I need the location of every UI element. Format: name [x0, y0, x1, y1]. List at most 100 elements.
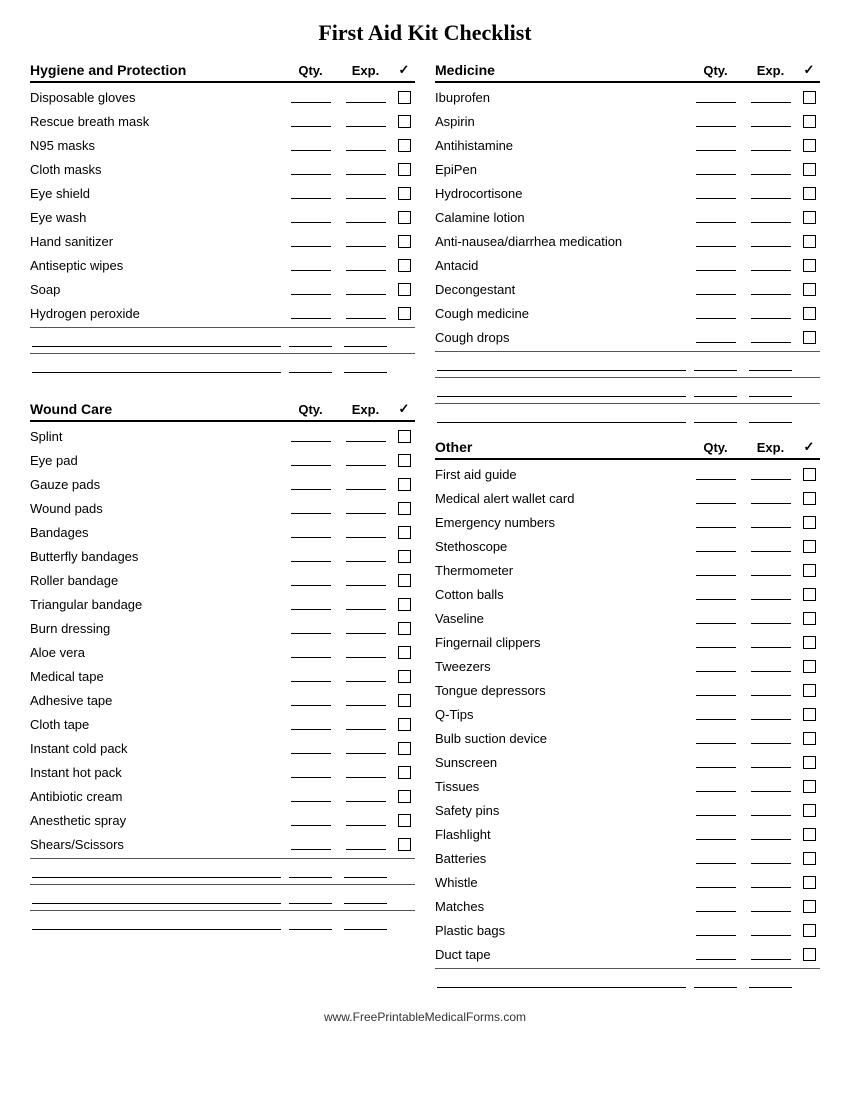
medicine-section-header: Medicine Qty. Exp. ✓	[435, 62, 820, 83]
checkbox[interactable]	[398, 694, 411, 707]
exp-cell	[743, 706, 798, 722]
list-item: Ibuprofen	[435, 85, 820, 109]
wound-exp-header: Exp.	[338, 402, 393, 417]
checkbox[interactable]	[803, 564, 816, 577]
checkbox[interactable]	[803, 636, 816, 649]
exp-cell	[338, 668, 393, 684]
qty-cell	[688, 706, 743, 722]
checkbox[interactable]	[803, 900, 816, 913]
checkbox[interactable]	[398, 259, 411, 272]
checkbox[interactable]	[398, 526, 411, 539]
hygiene-qty-header: Qty.	[283, 63, 338, 78]
checkbox[interactable]	[803, 612, 816, 625]
checkbox[interactable]	[398, 622, 411, 635]
checkbox[interactable]	[803, 852, 816, 865]
checkbox[interactable]	[398, 235, 411, 248]
qty-cell	[688, 754, 743, 770]
checkbox[interactable]	[398, 646, 411, 659]
check-cell	[798, 564, 820, 577]
checkbox[interactable]	[803, 115, 816, 128]
checkbox[interactable]	[398, 502, 411, 515]
checkbox[interactable]	[398, 211, 411, 224]
checkbox[interactable]	[803, 235, 816, 248]
checkbox[interactable]	[398, 766, 411, 779]
checkbox[interactable]	[803, 948, 816, 961]
checkbox[interactable]	[803, 732, 816, 745]
checkbox[interactable]	[398, 139, 411, 152]
checkbox[interactable]	[398, 718, 411, 731]
checkbox[interactable]	[803, 828, 816, 841]
checkbox[interactable]	[398, 283, 411, 296]
checkbox[interactable]	[803, 91, 816, 104]
checkbox[interactable]	[398, 574, 411, 587]
item-label: Triangular bandage	[30, 597, 283, 612]
checkbox[interactable]	[398, 550, 411, 563]
list-item: Matches	[435, 894, 820, 918]
checkbox[interactable]	[803, 331, 816, 344]
checkbox[interactable]	[398, 598, 411, 611]
item-label: Gauze pads	[30, 477, 283, 492]
checkbox[interactable]	[398, 307, 411, 320]
checkbox[interactable]	[398, 187, 411, 200]
wound-blank-2	[30, 884, 415, 908]
checkbox[interactable]	[803, 163, 816, 176]
checkbox[interactable]	[398, 814, 411, 827]
checkbox[interactable]	[398, 163, 411, 176]
exp-cell	[743, 634, 798, 650]
checkbox[interactable]	[398, 670, 411, 683]
checkbox[interactable]	[398, 430, 411, 443]
exp-cell	[743, 514, 798, 530]
list-item: Anesthetic spray	[30, 808, 415, 832]
checkbox[interactable]	[398, 838, 411, 851]
checkbox[interactable]	[398, 91, 411, 104]
qty-cell	[283, 548, 338, 564]
list-item: Emergency numbers	[435, 510, 820, 534]
checkbox[interactable]	[803, 492, 816, 505]
check-cell	[798, 660, 820, 673]
exp-cell	[338, 740, 393, 756]
checkbox[interactable]	[803, 588, 816, 601]
checkbox[interactable]	[398, 742, 411, 755]
checkbox[interactable]	[803, 139, 816, 152]
checkbox[interactable]	[803, 468, 816, 481]
qty-cell	[283, 476, 338, 492]
list-item: Hand sanitizer	[30, 229, 415, 253]
checkbox[interactable]	[398, 115, 411, 128]
item-label: Calamine lotion	[435, 210, 688, 225]
qty-cell	[283, 620, 338, 636]
checkbox[interactable]	[803, 307, 816, 320]
item-label: Hydrogen peroxide	[30, 306, 283, 321]
checkbox[interactable]	[398, 454, 411, 467]
qty-cell	[283, 161, 338, 177]
item-label: Cloth masks	[30, 162, 283, 177]
qty-cell	[283, 209, 338, 225]
check-cell	[798, 468, 820, 481]
check-cell	[393, 550, 415, 563]
item-label: Tongue depressors	[435, 683, 688, 698]
checkbox[interactable]	[803, 660, 816, 673]
qty-cell	[688, 634, 743, 650]
checkbox[interactable]	[803, 516, 816, 529]
list-item: Gauze pads	[30, 472, 415, 496]
checkbox[interactable]	[803, 876, 816, 889]
checkbox[interactable]	[803, 540, 816, 553]
checkbox[interactable]	[803, 924, 816, 937]
checkbox[interactable]	[803, 259, 816, 272]
item-label: Disposable gloves	[30, 90, 283, 105]
checkbox[interactable]	[803, 804, 816, 817]
check-cell	[393, 742, 415, 755]
checkbox[interactable]	[803, 756, 816, 769]
item-label: Antihistamine	[435, 138, 688, 153]
check-cell	[393, 670, 415, 683]
checkbox[interactable]	[803, 211, 816, 224]
checkbox[interactable]	[398, 478, 411, 491]
checkbox[interactable]	[803, 684, 816, 697]
list-item: EpiPen	[435, 157, 820, 181]
exp-cell	[338, 596, 393, 612]
checkbox[interactable]	[803, 283, 816, 296]
item-label: Medical tape	[30, 669, 283, 684]
checkbox[interactable]	[803, 780, 816, 793]
checkbox[interactable]	[803, 708, 816, 721]
checkbox[interactable]	[398, 790, 411, 803]
checkbox[interactable]	[803, 187, 816, 200]
